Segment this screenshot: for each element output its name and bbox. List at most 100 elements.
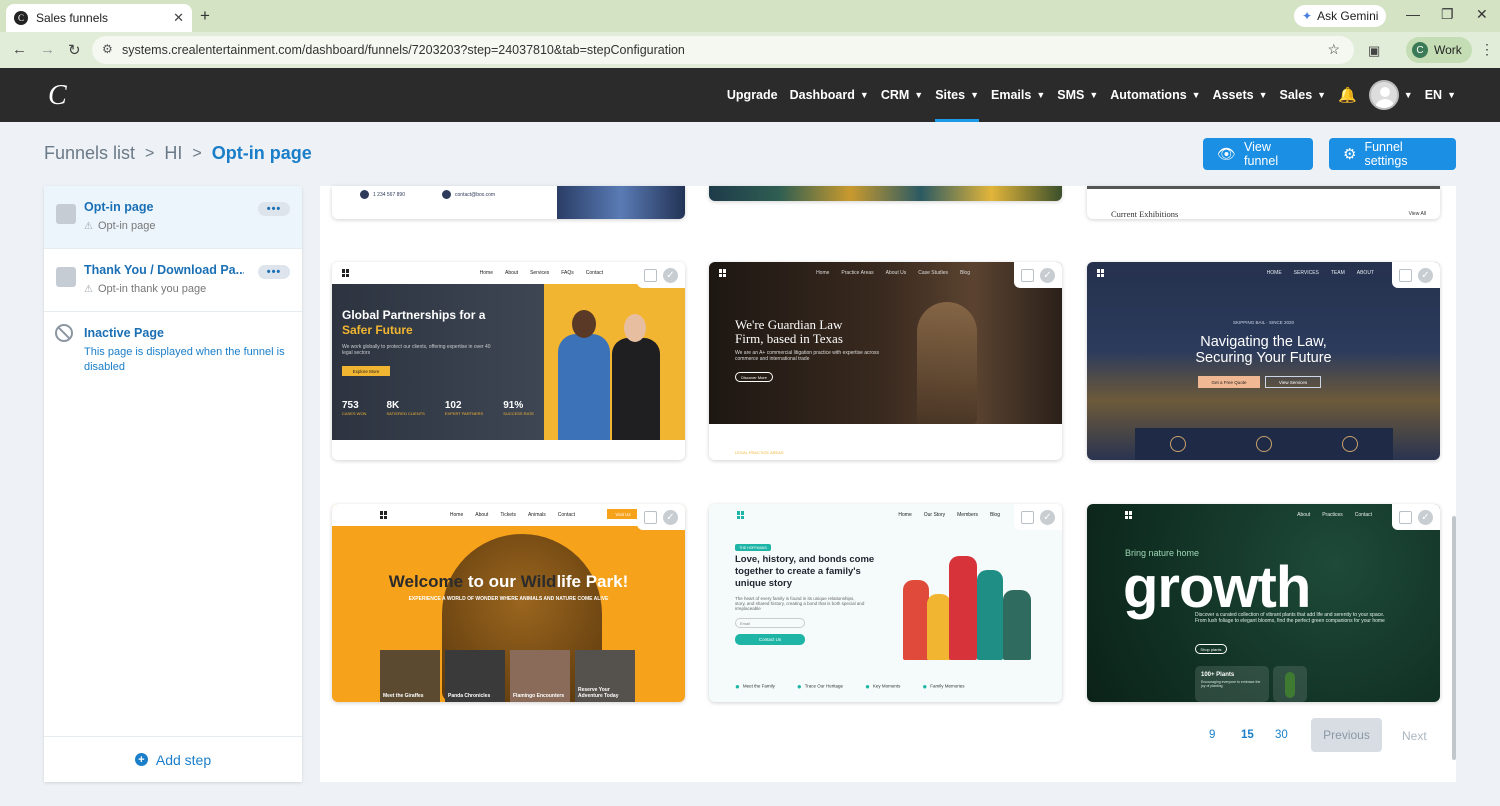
template-text: The heart of every family is found in it… bbox=[735, 596, 865, 611]
browser-tab[interactable]: C Sales funnels ✕ bbox=[6, 4, 192, 32]
step-more-button[interactable]: ••• bbox=[258, 265, 290, 279]
external-link-icon[interactable] bbox=[1399, 510, 1412, 524]
check-circle-icon[interactable]: ✓ bbox=[1040, 267, 1055, 283]
step-subtitle: ⚠ Opt-in page bbox=[84, 220, 290, 232]
nav-assets[interactable]: Assets ▼ bbox=[1213, 68, 1268, 122]
restore-icon[interactable]: ❐ bbox=[1441, 6, 1454, 23]
template-nav-item: Home bbox=[449, 512, 464, 518]
check-circle-icon[interactable]: ✓ bbox=[663, 509, 678, 525]
page-size-9[interactable]: 9 bbox=[1209, 729, 1215, 741]
template-nav-item: Contact bbox=[585, 270, 603, 276]
logo-icon bbox=[342, 269, 350, 277]
animal-thumb: Reserve Your Adventure Today bbox=[575, 650, 635, 702]
check-circle-icon[interactable]: ✓ bbox=[1418, 267, 1433, 283]
close-tab-icon[interactable]: ✕ bbox=[173, 10, 184, 26]
animal-thumb: Meet the Giraffes bbox=[380, 650, 440, 702]
page-size-15[interactable]: 15 bbox=[1241, 729, 1254, 741]
template-nav: About Practices Contact bbox=[1087, 504, 1440, 526]
add-step-label: Add step bbox=[155, 751, 212, 768]
template-tagline: SKIPPING BAIL · SINCE 2020 bbox=[1232, 320, 1295, 325]
external-link-icon[interactable] bbox=[1021, 510, 1034, 524]
nav-automations[interactable]: Automations ▼ bbox=[1110, 68, 1200, 122]
template-card-navigating-law[interactable]: HOME SERVICES TEAM ABOUT SKIPPING BAIL ·… bbox=[1087, 262, 1440, 460]
heading-part: life Park! bbox=[556, 572, 629, 591]
brand-logo[interactable]: C bbox=[48, 80, 67, 112]
language-selector[interactable]: EN ▼ bbox=[1425, 68, 1456, 122]
back-icon[interactable]: ← bbox=[12, 41, 27, 58]
view-funnel-button[interactable]: 👁 View funnel bbox=[1203, 138, 1313, 170]
profile-button[interactable]: C Work bbox=[1406, 37, 1472, 63]
nav-upgrade[interactable]: Upgrade bbox=[727, 68, 778, 122]
template-card-wildlife-park[interactable]: Home About Tickets Animals Contact Visit… bbox=[332, 504, 685, 702]
heading-line: Firm, based in Texas bbox=[735, 331, 843, 346]
step-thank-you[interactable]: Thank You / Download Pa... ⚠ Opt-in than… bbox=[44, 249, 302, 312]
feature-item: Meet the Family bbox=[735, 682, 775, 691]
nav-sales[interactable]: Sales ▼ bbox=[1280, 68, 1327, 122]
template-card-growth[interactable]: About Practices Contact Bring nature hom… bbox=[1087, 504, 1440, 702]
plant-image bbox=[1273, 666, 1307, 702]
favicon-icon: C bbox=[14, 11, 28, 25]
card-controls: ✓ bbox=[1014, 504, 1062, 530]
external-link-icon[interactable] bbox=[644, 268, 657, 282]
warning-icon: ⚠ bbox=[84, 220, 93, 232]
template-card-guardian-law[interactable]: Home Practice Areas About Us Case Studie… bbox=[709, 262, 1062, 460]
external-link-icon[interactable] bbox=[644, 510, 657, 524]
nav-label: Sales bbox=[1279, 88, 1313, 102]
scrollbar[interactable] bbox=[1452, 516, 1456, 760]
logo-icon bbox=[737, 511, 745, 519]
check-circle-icon[interactable]: ✓ bbox=[1418, 509, 1433, 525]
template-card-global-partnerships[interactable]: Home About Services FAQs Contact Global … bbox=[332, 262, 685, 460]
reload-icon[interactable]: ↻ bbox=[68, 41, 81, 59]
window-close-icon[interactable]: ✕ bbox=[1476, 6, 1488, 23]
new-tab-button[interactable]: + bbox=[200, 6, 210, 26]
nav-sites[interactable]: Sites ▼ bbox=[935, 68, 979, 122]
template-nav-item: SERVICES bbox=[1293, 270, 1319, 276]
external-link-icon[interactable] bbox=[1021, 268, 1034, 282]
step-opt-in-page[interactable]: Opt-in page ⚠ Opt-in page ••• bbox=[44, 186, 302, 249]
external-link-icon[interactable] bbox=[1399, 268, 1412, 282]
bell-icon[interactable]: 🔔 bbox=[1338, 86, 1357, 104]
plants-box-text: Encouraging everyone to embrace the joy … bbox=[1201, 680, 1261, 688]
template-footer-strip bbox=[332, 440, 685, 460]
url-input[interactable]: ⚙ systems.crealentertainment.com/dashboa… bbox=[92, 36, 1354, 64]
nav-emails[interactable]: Emails ▼ bbox=[991, 68, 1045, 122]
previous-button[interactable]: Previous bbox=[1311, 718, 1382, 752]
funnel-settings-button[interactable]: ⚙ Funnel settings bbox=[1329, 138, 1456, 170]
heading-line: Global Partnerships for a bbox=[342, 308, 486, 322]
forward-icon[interactable]: → bbox=[40, 41, 55, 58]
nav-crm[interactable]: CRM ▼ bbox=[881, 68, 923, 122]
template-nav-item: Members bbox=[957, 512, 978, 518]
check-circle-icon[interactable]: ✓ bbox=[1040, 509, 1055, 525]
site-info-icon[interactable]: ⚙ bbox=[102, 42, 113, 56]
user-menu[interactable]: ▼ bbox=[1368, 68, 1413, 122]
template-nav: Home About Services FAQs Contact bbox=[332, 262, 685, 284]
page-icon bbox=[56, 204, 76, 224]
page-size-30[interactable]: 30 bbox=[1275, 729, 1288, 741]
nav-dashboard[interactable]: Dashboard ▼ bbox=[790, 68, 869, 122]
cast-icon[interactable]: ▣ bbox=[1368, 43, 1380, 59]
template-stats: 753 CASES WON 8K SATISFIED CLIENTS 102 EXPE… bbox=[342, 400, 534, 416]
bookmark-star-icon[interactable]: ☆ bbox=[1327, 41, 1340, 58]
add-step-button[interactable]: + Add step bbox=[44, 736, 302, 782]
check-circle-icon[interactable]: ✓ bbox=[663, 267, 678, 283]
template-card[interactable] bbox=[709, 186, 1062, 201]
stat-label: SUCCESS RATE bbox=[503, 411, 535, 416]
browser-menu-icon[interactable]: ⋮ bbox=[1480, 41, 1494, 58]
next-button[interactable]: Next bbox=[1402, 729, 1427, 743]
breadcrumb-funnels-list[interactable]: Funnels list bbox=[44, 143, 135, 164]
phone-text: 1 234 567 890 bbox=[373, 191, 405, 198]
template-nav-item: Home bbox=[816, 270, 830, 276]
template-card[interactable]: Current Exhibitions View All bbox=[1087, 186, 1440, 219]
minimize-icon[interactable]: — bbox=[1406, 6, 1420, 22]
template-card-family-story[interactable]: Home Our Story Members Blog THE HOFFMANS… bbox=[709, 504, 1062, 702]
template-card[interactable]: 1 234 567 890 contact@box.com bbox=[332, 186, 685, 219]
step-more-button[interactable]: ••• bbox=[258, 202, 290, 216]
breadcrumb-funnel[interactable]: HI bbox=[164, 143, 182, 164]
ask-gemini-button[interactable]: ✦ Ask Gemini bbox=[1294, 5, 1387, 27]
thumb-label: Meet the Giraffes bbox=[383, 693, 424, 699]
inactive-page-step[interactable]: Inactive Page This page is displayed whe… bbox=[44, 312, 302, 375]
template-nav-item: Animals bbox=[527, 512, 546, 518]
nav-sms[interactable]: SMS ▼ bbox=[1057, 68, 1098, 122]
template-nav-item: Home bbox=[479, 270, 493, 276]
heading-part: Welcome bbox=[388, 572, 464, 591]
